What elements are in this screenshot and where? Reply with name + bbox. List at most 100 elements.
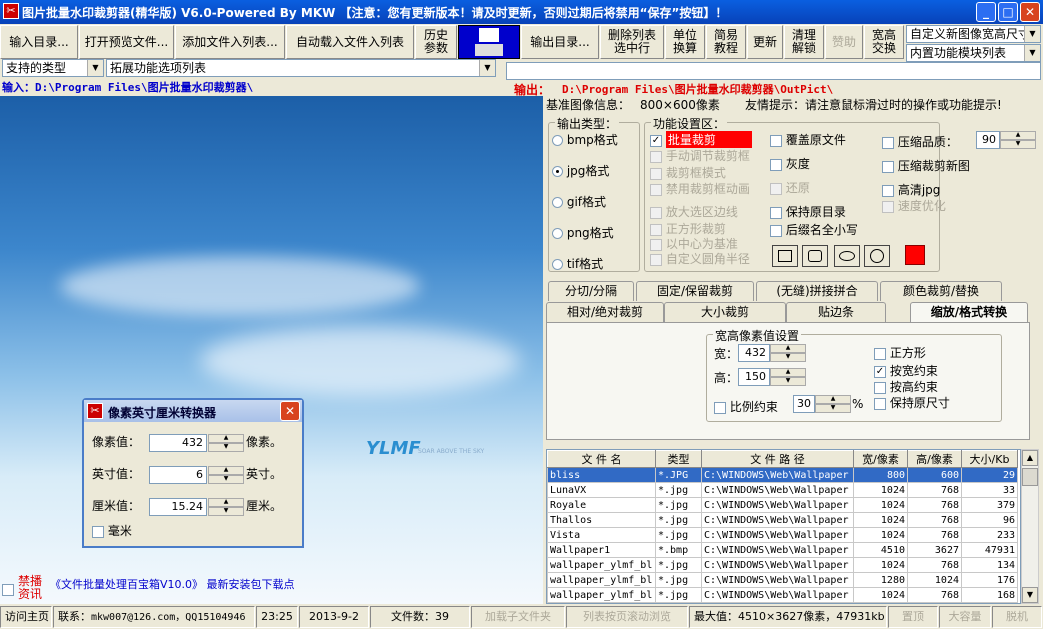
tab-row2-1[interactable]: 大小裁剪 <box>664 302 786 322</box>
by-height-checkbox[interactable]: 按高约束 <box>874 378 938 395</box>
table-row[interactable]: Wallpaper1 *.bmp C:\WINDOWS\Web\Wallpaper 4… <box>547 542 1018 558</box>
table-scrollbar[interactable]: ▲ ▼ <box>1021 449 1039 604</box>
module-list-select[interactable]: 内置功能模块列表 ▼ <box>906 44 1041 62</box>
clear-unlock-button[interactable]: 清理 解锁 <box>784 25 824 59</box>
keep-dir-checkbox[interactable]: 保持原目录 <box>770 203 846 220</box>
table-row[interactable]: wallpaper_ylmf_bl *.jpg C:\WINDOWS\Web\Wal… <box>547 587 1018 603</box>
color-swatch[interactable] <box>905 245 925 265</box>
tab-row1-2[interactable]: (无缝)拼接拼合 <box>756 281 878 301</box>
scroll-up-icon[interactable]: ▲ <box>1022 450 1038 466</box>
column-header[interactable]: 类型 <box>655 450 702 468</box>
open-preview-button[interactable]: 打开预览文件... <box>79 25 174 59</box>
px-input[interactable]: 432 <box>149 434 207 452</box>
save-preview-icon[interactable] <box>458 25 520 59</box>
output-type-radio[interactable]: tif格式 <box>552 255 603 272</box>
offline-toggle[interactable]: 脱机 <box>992 606 1042 628</box>
no-anim-checkbox[interactable]: 禁用裁剪框动画 <box>650 180 750 197</box>
hq-jpg-checkbox[interactable]: 高清jpg <box>882 181 940 198</box>
output-type-radio[interactable]: jpg格式 <box>552 162 609 179</box>
compress-new-checkbox[interactable]: 压缩裁剪新图 <box>882 157 970 174</box>
page-scroll-toggle[interactable]: 列表按页滚动浏览 <box>566 606 688 628</box>
output-dir-button[interactable]: 输出目录... <box>521 25 599 59</box>
table-row[interactable]: bliss *.JPG C:\WINDOWS\Web\Wallpaper 800 600… <box>547 467 1018 483</box>
magnify-edge-checkbox[interactable]: 放大选区边线 <box>650 203 738 220</box>
height-input[interactable]: 150 <box>738 368 770 386</box>
output-type-radio[interactable]: png格式 <box>552 224 614 241</box>
column-header[interactable]: 大小/Kb <box>961 450 1018 468</box>
home-link[interactable]: 访问主页 <box>0 606 52 628</box>
ratio-checkbox[interactable]: 比例约束 <box>714 398 778 415</box>
tab-row2-0[interactable]: 相对/绝对裁剪 <box>546 302 664 322</box>
donate-button[interactable]: 赞助 <box>825 25 863 59</box>
width-input[interactable]: 432 <box>738 344 770 362</box>
by-width-checkbox[interactable]: ✓ 按宽约束 <box>874 362 938 379</box>
tab-row2-2[interactable]: 贴边条 <box>786 302 886 322</box>
file-table[interactable]: 文 件 名类型文 件 路 径宽/像素 高/像素 大小/Kb bliss *.JPG C:… <box>547 450 1018 603</box>
square-checkbox[interactable]: 正方形 <box>874 344 926 361</box>
history-button[interactable]: 历史 参数 <box>415 25 457 59</box>
cropbox-mode-checkbox[interactable]: 裁剪框模式 <box>650 164 726 181</box>
load-subfolder-toggle[interactable]: 加载子文件夹 <box>471 606 565 628</box>
promo-link[interactable]: 《文件批量处理百宝箱V10.0》 最新安装包下载点 <box>50 576 295 592</box>
batch-crop-checkbox[interactable]: ✓ 批量裁剪 <box>650 131 752 148</box>
table-row[interactable]: Thallos *.jpg C:\WINDOWS\Web\Wallpaper 1024… <box>547 512 1018 528</box>
speed-opt-checkbox[interactable]: 速度优化 <box>882 197 946 214</box>
wh-swap-button[interactable]: 宽高 交换 <box>864 25 904 59</box>
large-capacity-toggle[interactable]: 大容量 <box>939 606 991 628</box>
table-row[interactable]: wallpaper_ylmf_bl *.jpg C:\WINDOWS\Web\Wal… <box>547 557 1018 573</box>
ban-checkbox[interactable] <box>2 582 14 596</box>
px-spinner[interactable]: ▲ ▼ <box>208 434 244 452</box>
tab-row2-3[interactable]: 缩放/格式转换 <box>910 302 1028 322</box>
mm-checkbox[interactable]: 毫米 <box>92 522 132 539</box>
table-row[interactable]: Royale *.jpg C:\WINDOWS\Web\Wallpaper 1024 7… <box>547 497 1018 513</box>
ratio-spinner[interactable]: ▲ ▼ <box>815 395 851 413</box>
top-toggle[interactable]: 置顶 <box>888 606 938 628</box>
radius-checkbox[interactable]: 自定义圆角半径 <box>650 250 750 267</box>
overwrite-checkbox[interactable]: 覆盖原文件 <box>770 131 846 148</box>
table-row[interactable]: wallpaper_ylmf_bl *.jpg C:\WINDOWS\Web\Wal… <box>547 572 1018 588</box>
ellipse-shape-button[interactable] <box>834 245 860 267</box>
column-header[interactable]: 文 件 名 <box>547 450 656 468</box>
quality-input[interactable]: 90 <box>976 131 1000 149</box>
tab-row1-3[interactable]: 颜色裁剪/替换 <box>880 281 1002 301</box>
input-dir-button[interactable]: 输入目录... <box>0 25 78 59</box>
table-row[interactable]: LunaVX *.jpg C:\WINDOWS\Web\Wallpaper 1024 7… <box>547 482 1018 498</box>
maximize-button[interactable]: □ <box>998 2 1018 22</box>
add-file-button[interactable]: 添加文件入列表... <box>175 25 285 59</box>
converter-close-button[interactable]: ✕ <box>280 401 300 421</box>
output-type-radio[interactable]: gif格式 <box>552 193 606 210</box>
column-header[interactable]: 文 件 路 径 <box>701 450 854 468</box>
type-filter-select[interactable]: 支持的类型 ▼ <box>2 59 104 77</box>
ratio-input[interactable]: 30 <box>793 395 815 413</box>
gray-checkbox[interactable]: 灰度 <box>770 155 810 172</box>
rounded-shape-button[interactable] <box>802 245 828 267</box>
table-row[interactable]: Vista *.jpg C:\WINDOWS\Web\Wallpaper 1024 76… <box>547 527 1018 543</box>
column-header[interactable]: 高/像素 <box>907 450 962 468</box>
column-header[interactable]: 宽/像素 <box>853 450 908 468</box>
width-spinner[interactable]: ▲ ▼ <box>770 344 806 362</box>
cm-spinner[interactable]: ▲ ▼ <box>208 498 244 516</box>
unit-convert-button[interactable]: 单位 换算 <box>665 25 705 59</box>
tab-row1-1[interactable]: 固定/保留裁剪 <box>636 281 754 301</box>
restore-checkbox[interactable]: 还原 <box>770 179 810 196</box>
inch-input[interactable]: 6 <box>149 466 207 484</box>
quality-spinner[interactable]: ▲ ▼ <box>1000 131 1036 149</box>
custom-size-select[interactable]: 自定义新图像宽高尺寸 ▼ <box>906 25 1041 43</box>
height-spinner[interactable]: ▲ ▼ <box>770 368 806 386</box>
lowercase-ext-checkbox[interactable]: 后缀名全小写 <box>770 221 858 238</box>
output-type-radio[interactable]: bmp格式 <box>552 131 618 148</box>
minimize-button[interactable]: _ <box>976 2 996 22</box>
tab-row1-0[interactable]: 分切/分隔 <box>548 281 634 301</box>
keep-size-checkbox[interactable]: 保持原尺寸 <box>874 394 950 411</box>
manual-crop-checkbox[interactable]: 手动调节裁剪框 <box>650 147 750 164</box>
cm-input[interactable]: 15.24 <box>149 498 207 516</box>
inch-spinner[interactable]: ▲ ▼ <box>208 466 244 484</box>
auto-load-button[interactable]: 自动载入文件入列表 <box>286 25 414 59</box>
circle-shape-button[interactable] <box>864 245 890 267</box>
scroll-thumb[interactable] <box>1022 468 1038 486</box>
delete-list-button[interactable]: 删除列表 选中行 <box>600 25 664 59</box>
quality-checkbox[interactable]: 压缩品质： <box>882 133 958 150</box>
update-button[interactable]: 更新 <box>747 25 783 59</box>
ext-options-select[interactable]: 拓展功能选项列表 ▼ <box>106 59 496 77</box>
tutorial-button[interactable]: 简易 教程 <box>706 25 746 59</box>
